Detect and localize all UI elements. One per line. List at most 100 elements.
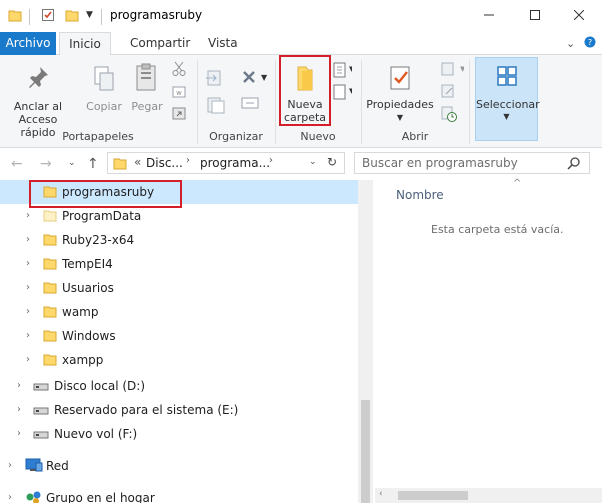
breadcrumb-overflow[interactable]: « bbox=[134, 155, 141, 169]
pin-quick-access-button[interactable]: Anclar al Acceso rápido bbox=[5, 65, 71, 139]
folder-icon bbox=[43, 280, 57, 297]
tab-view[interactable]: Vista bbox=[198, 32, 248, 55]
tree-item-wamp[interactable]: › wamp bbox=[0, 300, 358, 324]
search-box[interactable]: Buscar en programasruby bbox=[354, 152, 590, 174]
tree-item-usuarios[interactable]: › Usuarios bbox=[0, 276, 358, 300]
new-item-icon[interactable]: ▼ bbox=[332, 61, 355, 82]
tree-item-windows[interactable]: › Windows bbox=[0, 324, 358, 348]
navigation-pane[interactable]: programasruby › ProgramData › Ruby23-x64… bbox=[0, 180, 372, 503]
rename-icon[interactable] bbox=[241, 95, 261, 114]
svg-text:▼: ▼ bbox=[349, 87, 352, 95]
tree-item-drive-f[interactable]: › Nuevo vol (F:) bbox=[0, 422, 358, 446]
tree-item-xampp[interactable]: › xampp bbox=[0, 348, 358, 372]
ribbon-collapse-icon[interactable]: ⌄ bbox=[566, 37, 575, 50]
tree-item-drive-d[interactable]: › Disco local (D:) bbox=[0, 374, 358, 398]
expand-chevron-icon[interactable]: › bbox=[17, 428, 21, 439]
expand-chevron-icon[interactable]: › bbox=[26, 306, 30, 317]
easy-access-icon[interactable]: ▼ bbox=[332, 83, 355, 104]
up-arrow-icon[interactable]: ↑ bbox=[87, 156, 99, 172]
select-grid-icon bbox=[497, 66, 517, 86]
forward-arrow-icon[interactable]: → bbox=[40, 156, 52, 172]
network-icon bbox=[25, 457, 43, 476]
homegroup-icon bbox=[25, 489, 43, 503]
breadcrumb-chevron-icon[interactable]: › bbox=[186, 155, 190, 166]
svg-text:w: w bbox=[176, 89, 182, 97]
expand-chevron-icon[interactable]: › bbox=[8, 460, 12, 471]
pin-icon bbox=[29, 67, 48, 88]
drive-icon bbox=[33, 380, 49, 395]
breadcrumb-chevron-icon[interactable]: › bbox=[269, 155, 273, 166]
properties-button[interactable]: Propiedades ▼ bbox=[366, 63, 434, 124]
expand-chevron-icon[interactable]: › bbox=[26, 258, 30, 269]
folder-icon bbox=[43, 256, 57, 273]
edit-icon[interactable] bbox=[440, 83, 456, 102]
scrollbar-thumb[interactable] bbox=[398, 491, 468, 500]
copy-to-icon[interactable] bbox=[205, 95, 227, 118]
folder-icon bbox=[43, 352, 57, 369]
copy-icon bbox=[94, 66, 114, 91]
column-header-name[interactable]: Nombre bbox=[396, 188, 444, 202]
tree-item-drive-e[interactable]: › Reservado para el sistema (E:) bbox=[0, 398, 358, 422]
expand-chevron-icon[interactable]: › bbox=[8, 492, 12, 503]
search-icon[interactable] bbox=[567, 156, 581, 173]
minimize-button[interactable] bbox=[466, 0, 512, 30]
expand-chevron-icon[interactable]: › bbox=[26, 210, 30, 221]
folder-icon bbox=[43, 328, 57, 345]
back-arrow-icon[interactable]: ← bbox=[11, 156, 23, 172]
expand-chevron-icon[interactable]: › bbox=[26, 330, 30, 341]
breadcrumb-item[interactable]: programa... bbox=[200, 156, 270, 170]
folder-icon bbox=[113, 156, 127, 173]
tree-item-label: Windows bbox=[62, 329, 116, 343]
address-bar[interactable]: « Disc... › programa... › ⌄ ↻ bbox=[107, 152, 345, 174]
tree-item-tempei4[interactable]: › TempEI4 bbox=[0, 252, 358, 276]
open-icon[interactable]: ▼ bbox=[440, 61, 466, 80]
svg-text:▼: ▼ bbox=[349, 65, 352, 73]
close-button[interactable] bbox=[556, 0, 602, 30]
group-label-clipboard: Portapapeles bbox=[62, 130, 134, 143]
refresh-icon[interactable]: ↻ bbox=[327, 155, 337, 169]
tab-home[interactable]: Inicio bbox=[59, 32, 111, 56]
properties-dropdown-icon[interactable]: ▼ bbox=[366, 111, 434, 124]
help-icon[interactable]: ? bbox=[584, 36, 596, 51]
delete-icon[interactable] bbox=[241, 69, 257, 88]
breadcrumb-item[interactable]: Disc... bbox=[146, 156, 183, 170]
paste-shortcut-icon[interactable] bbox=[172, 106, 186, 123]
expand-chevron-icon[interactable]: › bbox=[26, 354, 30, 365]
empty-folder-message: Esta carpeta está vacía. bbox=[431, 223, 564, 236]
search-input[interactable]: Buscar en programasruby bbox=[362, 156, 518, 170]
tree-item-label: wamp bbox=[62, 305, 99, 319]
sort-ascending-icon: ^ bbox=[513, 178, 522, 189]
new-folder-highlight bbox=[279, 55, 331, 126]
tab-share[interactable]: Compartir bbox=[120, 32, 200, 55]
tree-item-ruby23[interactable]: › Ruby23-x64 bbox=[0, 228, 358, 252]
address-dropdown-icon[interactable]: ⌄ bbox=[309, 157, 317, 167]
tree-item-network[interactable]: › Red bbox=[0, 454, 358, 478]
scroll-left-icon[interactable]: ‹ bbox=[379, 489, 383, 499]
recent-locations-icon[interactable]: ⌄ bbox=[68, 158, 76, 168]
scrollbar-thumb[interactable] bbox=[361, 400, 370, 503]
maximize-button[interactable] bbox=[512, 0, 558, 30]
copy-path-icon[interactable]: w bbox=[172, 86, 186, 101]
delete-dropdown-icon[interactable]: ▼ bbox=[261, 73, 267, 82]
properties-icon bbox=[390, 66, 410, 90]
tree-item-label: xampp bbox=[62, 353, 104, 367]
cut-icon[interactable] bbox=[172, 61, 186, 80]
copy-button[interactable]: Copiar bbox=[86, 65, 122, 113]
move-to-icon[interactable] bbox=[205, 68, 227, 91]
tree-item-homegroup[interactable]: › Grupo en el hogar bbox=[0, 486, 358, 503]
history-icon[interactable] bbox=[440, 105, 458, 126]
customize-toolbar-icon[interactable]: ▼ bbox=[86, 10, 93, 20]
expand-chevron-icon[interactable]: › bbox=[26, 282, 30, 293]
group-label-new: Nuevo bbox=[300, 130, 336, 143]
drive-icon bbox=[33, 404, 49, 419]
expand-chevron-icon[interactable]: › bbox=[26, 234, 30, 245]
expand-chevron-icon[interactable]: › bbox=[17, 404, 21, 415]
select-button[interactable]: Seleccionar ▼ bbox=[475, 57, 540, 141]
properties-icon[interactable] bbox=[41, 8, 55, 25]
tab-file[interactable]: Archivo bbox=[0, 32, 56, 55]
new-folder-icon[interactable] bbox=[65, 8, 79, 25]
expand-chevron-icon[interactable]: › bbox=[17, 380, 21, 391]
tree-item-label: TempEI4 bbox=[62, 257, 113, 271]
paste-button[interactable]: Pegar bbox=[128, 63, 166, 113]
window-title: programasruby bbox=[110, 8, 203, 22]
